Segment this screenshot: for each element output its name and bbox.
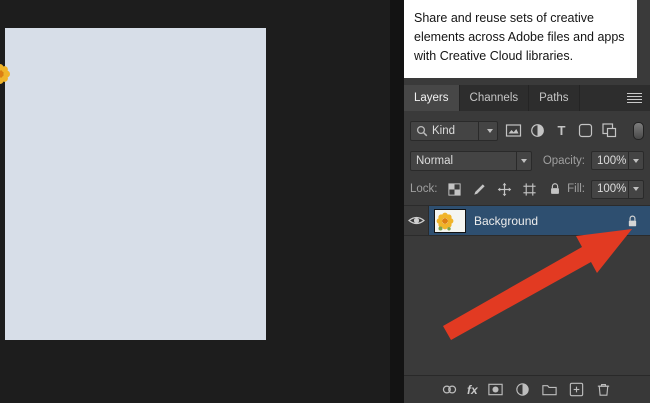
lock-fill-row: Lock: Fill: 100%	[404, 177, 650, 201]
filter-toggle[interactable]	[633, 122, 644, 140]
trash-icon[interactable]	[595, 381, 613, 399]
opacity-input[interactable]: 100%	[591, 151, 644, 170]
fill-label: Fill:	[567, 183, 585, 195]
svg-text:T: T	[557, 123, 565, 138]
tab-paths-label: Paths	[539, 92, 568, 104]
lock-all-icon[interactable]	[546, 180, 564, 198]
opacity-label: Opacity:	[543, 155, 585, 167]
panel-footer: fx	[404, 375, 650, 403]
canvas-area	[0, 0, 390, 403]
type-filter-icon[interactable]: T	[552, 122, 570, 140]
tab-layers-label: Layers	[414, 92, 449, 104]
adjustment-icon[interactable]	[514, 381, 532, 399]
blend-opacity-row: Normal Opacity: 100%	[404, 148, 650, 173]
opacity-value: 100%	[597, 155, 626, 167]
selected-layer-content[interactable]: Background	[429, 206, 650, 235]
visibility-toggle[interactable]	[404, 206, 429, 235]
fill-input[interactable]: 100%	[591, 180, 644, 199]
chevron-down-icon	[521, 159, 527, 163]
brush-lock-icon[interactable]	[471, 180, 489, 198]
select-divider	[628, 152, 629, 169]
fx-icon[interactable]: fx	[467, 383, 478, 397]
chevron-down-icon	[487, 129, 493, 133]
select-divider	[516, 152, 517, 170]
eye-icon	[408, 214, 425, 227]
tab-layers[interactable]: Layers	[404, 85, 460, 111]
link-icon[interactable]	[440, 381, 458, 399]
search-icon	[416, 125, 428, 137]
blend-mode-value: Normal	[416, 155, 453, 167]
layer-thumbnail[interactable]	[435, 210, 465, 232]
panel-divider	[390, 0, 404, 403]
shape-filter-icon[interactable]	[576, 122, 594, 140]
flower-image	[0, 61, 13, 87]
new-layer-icon[interactable]	[568, 381, 586, 399]
filter-kind-select[interactable]: Kind	[410, 121, 498, 141]
fill-value: 100%	[597, 183, 626, 195]
panel-tab-bar: Layers Channels Paths	[404, 85, 650, 111]
lock-label: Lock:	[410, 183, 438, 195]
pixel-filter-icon[interactable]	[504, 122, 522, 140]
layer-filter-row: Kind T	[404, 117, 650, 144]
tab-channels[interactable]: Channels	[460, 85, 530, 111]
move-lock-icon[interactable]	[496, 180, 514, 198]
panel-menu-icon[interactable]	[627, 93, 642, 104]
document-canvas[interactable]	[5, 28, 266, 340]
layer-name: Background	[474, 214, 538, 228]
photoshop-window: Share and reuse sets of creative element…	[0, 0, 650, 403]
layer-lock-icon[interactable]	[626, 214, 639, 228]
kind-label: Kind	[432, 125, 455, 137]
smart-object-filter-icon[interactable]	[600, 122, 618, 140]
tooltip-text: Share and reuse sets of creative element…	[414, 11, 625, 63]
layer-row-background[interactable]: Background	[404, 205, 650, 236]
blend-mode-select[interactable]: Normal	[410, 151, 532, 171]
chevron-down-icon	[633, 187, 639, 191]
layer-mask-icon[interactable]	[487, 381, 505, 399]
layers-panel: Share and reuse sets of creative element…	[404, 0, 650, 403]
adjustment-filter-icon[interactable]	[528, 122, 546, 140]
tab-channels-label: Channels	[470, 92, 519, 104]
select-divider	[628, 181, 629, 198]
lock-buttons	[446, 180, 564, 198]
artboard-lock-icon[interactable]	[521, 180, 539, 198]
chevron-down-icon	[633, 159, 639, 163]
tooltip-callout: Share and reuse sets of creative element…	[404, 0, 637, 78]
select-divider	[478, 122, 479, 140]
tab-paths[interactable]: Paths	[529, 85, 579, 111]
transparency-lock-icon[interactable]	[446, 180, 464, 198]
filter-type-buttons: T	[504, 122, 618, 140]
folder-icon[interactable]	[541, 381, 559, 399]
